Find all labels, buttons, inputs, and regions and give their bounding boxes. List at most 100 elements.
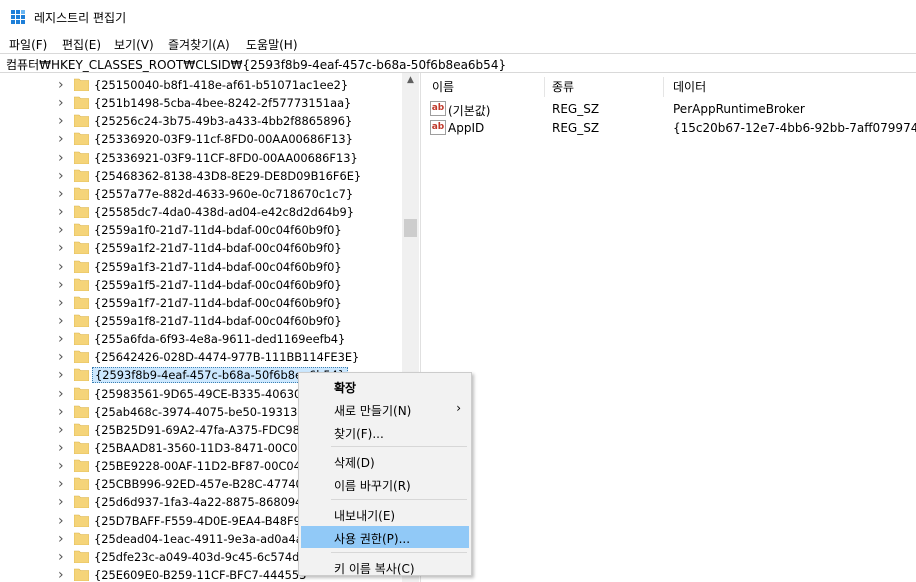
tree-item-label: {25d6d937-1fa3-4a22-8875-8680943 <box>94 495 310 510</box>
expand-chevron-icon[interactable]: › <box>58 114 68 128</box>
expand-chevron-icon[interactable]: › <box>58 241 68 255</box>
column-header-name[interactable]: 이름 <box>432 78 454 95</box>
tree-item-label: {2559a1f5-21d7-11d4-bdaf-00c04f60b9f0} <box>94 277 342 292</box>
menu-item-label: 확장 <box>334 381 357 395</box>
folder-icon <box>74 568 89 582</box>
tree-item-label: {255a6fda-6f93-4e8a-9611-ded1169eefb4} <box>94 332 346 347</box>
expand-chevron-icon[interactable]: › <box>58 187 68 201</box>
tree-item-label: {25336921-03F9-11CF-8FD0-00AA00686F13} <box>94 150 358 165</box>
menu-item-label: 찾기(F)... <box>334 426 384 441</box>
value-type: REG_SZ <box>552 102 600 116</box>
menu-new[interactable]: 새로 만들기(N) › <box>301 398 469 420</box>
column-header-type[interactable]: 종류 <box>552 78 574 95</box>
tree-item[interactable]: › {2559a1f8-21d7-11d4-bdaf-00c04f60b9f0} <box>0 312 402 330</box>
menu-copy-key-name[interactable]: 키 이름 복사(C) <box>301 556 469 578</box>
expand-chevron-icon[interactable]: › <box>58 205 68 219</box>
expand-chevron-icon[interactable]: › <box>58 405 68 419</box>
tree-item-label: {25E609E0-B259-11CF-BFC7-444553 <box>94 568 307 582</box>
folder-icon <box>74 332 89 346</box>
menu-separator <box>331 446 467 448</box>
value-name: AppID <box>448 121 485 135</box>
expand-chevron-icon[interactable]: › <box>58 387 68 401</box>
address-path[interactable]: 컴퓨터₩HKEY_CLASSES_ROOT₩CLSID₩{2593f8b9-4e… <box>6 56 506 73</box>
expand-chevron-icon[interactable]: › <box>58 132 68 146</box>
folder-icon <box>74 260 89 273</box>
regedit-icon <box>11 10 25 24</box>
expand-chevron-icon[interactable]: › <box>58 332 68 346</box>
expand-chevron-icon[interactable]: › <box>58 368 68 382</box>
value-row[interactable]: ab (기본값) REG_SZ PerAppRuntimeBroker <box>425 100 916 118</box>
expand-chevron-icon[interactable]: › <box>58 78 68 92</box>
tree-item-label: {25642426-028D-4474-977B-111BB114FE3E} <box>94 350 360 365</box>
values-list[interactable]: 이름 종류 데이터 ab (기본값) REG_SZ PerAppRuntimeB… <box>425 73 916 582</box>
expand-chevron-icon[interactable]: › <box>58 260 68 274</box>
scrollbar-thumb[interactable] <box>404 219 417 237</box>
menu-edit[interactable]: 편집(E) <box>62 36 101 53</box>
expand-chevron-icon[interactable]: › <box>58 96 68 110</box>
menu-help[interactable]: 도움말(H) <box>246 36 298 53</box>
expand-chevron-icon[interactable]: › <box>58 550 68 564</box>
menu-favorites[interactable]: 즐겨찾기(A) <box>168 36 230 53</box>
value-name: (기본값) <box>448 104 491 118</box>
menu-view[interactable]: 보기(V) <box>114 36 154 53</box>
folder-icon <box>74 78 89 91</box>
tree-item[interactable]: › {25256c24-3b75-49b3-a433-4bb2f8865896} <box>0 112 402 130</box>
tree-item[interactable]: › {25468362-8138-43D8-8E29-DE8D09B16F6E} <box>0 167 402 185</box>
column-header-data[interactable]: 데이터 <box>673 78 706 95</box>
value-row[interactable]: ab AppID REG_SZ {15c20b67-12e7-4bb6-92bb… <box>425 119 916 137</box>
tree-item[interactable]: › {25336920-03F9-11cf-8FD0-00AA00686F13} <box>0 130 402 148</box>
tree-item-label: {25468362-8138-43D8-8E29-DE8D09B16F6E} <box>94 168 362 183</box>
menu-permissions[interactable]: 사용 권한(P)... <box>301 525 469 548</box>
expand-chevron-icon[interactable]: › <box>58 568 68 582</box>
folder-icon <box>74 151 89 164</box>
expand-chevron-icon[interactable]: › <box>58 314 68 328</box>
folder-icon <box>74 477 89 491</box>
expand-chevron-icon[interactable]: › <box>58 151 68 165</box>
expand-chevron-icon[interactable]: › <box>58 477 68 491</box>
tree-item[interactable]: › {2559a1f2-21d7-11d4-bdaf-00c04f60b9f0} <box>0 239 402 257</box>
expand-chevron-icon[interactable]: › <box>58 495 68 509</box>
expand-chevron-icon[interactable]: › <box>58 441 68 455</box>
folder-icon <box>74 459 89 473</box>
menu-rename[interactable]: 이름 바꾸기(R) <box>301 473 469 495</box>
tree-item[interactable]: › {25642426-028D-4474-977B-111BB114FE3E} <box>0 348 402 366</box>
tree-item[interactable]: › {25150040-b8f1-418e-af61-b51071ac1ee2} <box>0 76 402 94</box>
expand-chevron-icon[interactable]: › <box>58 169 68 183</box>
expand-chevron-icon[interactable]: › <box>58 223 68 237</box>
expand-chevron-icon[interactable]: › <box>58 296 68 310</box>
tree-item[interactable]: › {2557a77e-882d-4633-960e-0c718670c1c7} <box>0 185 402 203</box>
folder-icon <box>74 441 89 454</box>
tree-item[interactable]: › {25336921-03F9-11CF-8FD0-00AA00686F13} <box>0 149 402 167</box>
tree-item[interactable]: › {2559a1f3-21d7-11d4-bdaf-00c04f60b9f0} <box>0 258 402 276</box>
expand-chevron-icon[interactable]: › <box>58 278 68 292</box>
menu-export[interactable]: 내보내기(E) <box>301 503 469 525</box>
value-data: PerAppRuntimeBroker <box>673 102 805 116</box>
tree-item-label: {25983561-9D65-49CE-B335-406300 <box>94 386 309 401</box>
expand-chevron-icon[interactable]: › <box>58 514 68 528</box>
expand-chevron-icon[interactable]: › <box>58 532 68 546</box>
menu-separator <box>331 551 467 553</box>
tree-item[interactable]: › {251b1498-5cba-4bee-8242-2f57773151aa} <box>0 94 402 112</box>
menu-expand[interactable]: 확장 <box>301 375 469 397</box>
menu-file[interactable]: 파일(F) <box>9 36 47 53</box>
folder-icon <box>74 205 89 219</box>
scroll-up-arrow-icon[interactable]: ▲ <box>402 75 419 89</box>
tree-item[interactable]: › {25585dc7-4da0-438d-ad04-e42c8d2d64b9} <box>0 203 402 221</box>
tree-item[interactable]: › {2559a1f5-21d7-11d4-bdaf-00c04f60b9f0} <box>0 276 402 294</box>
expand-chevron-icon[interactable]: › <box>58 423 68 437</box>
column-divider[interactable] <box>663 77 664 97</box>
menu-item-label: 새로 만들기(N) <box>334 403 412 418</box>
expand-chevron-icon[interactable]: › <box>58 350 68 364</box>
column-divider[interactable] <box>544 77 545 97</box>
tree-item[interactable]: › {2559a1f7-21d7-11d4-bdaf-00c04f60b9f0} <box>0 294 402 312</box>
folder-icon <box>74 114 89 128</box>
menu-find[interactable]: 찾기(F)... <box>301 421 469 443</box>
menu-delete[interactable]: 삭제(D) <box>301 450 469 472</box>
tree-item-label: {2557a77e-882d-4633-960e-0c718670c1c7} <box>94 186 354 201</box>
expand-chevron-icon[interactable]: › <box>58 459 68 473</box>
tree-item[interactable]: › {255a6fda-6f93-4e8a-9611-ded1169eefb4} <box>0 330 402 348</box>
folder-icon <box>74 314 89 327</box>
address-bar[interactable]: 컴퓨터₩HKEY_CLASSES_ROOT₩CLSID₩{2593f8b9-4e… <box>0 53 916 73</box>
tree-item[interactable]: › {2559a1f0-21d7-11d4-bdaf-00c04f60b9f0} <box>0 221 402 239</box>
tree-item-label: {251b1498-5cba-4bee-8242-2f57773151aa} <box>94 96 352 111</box>
